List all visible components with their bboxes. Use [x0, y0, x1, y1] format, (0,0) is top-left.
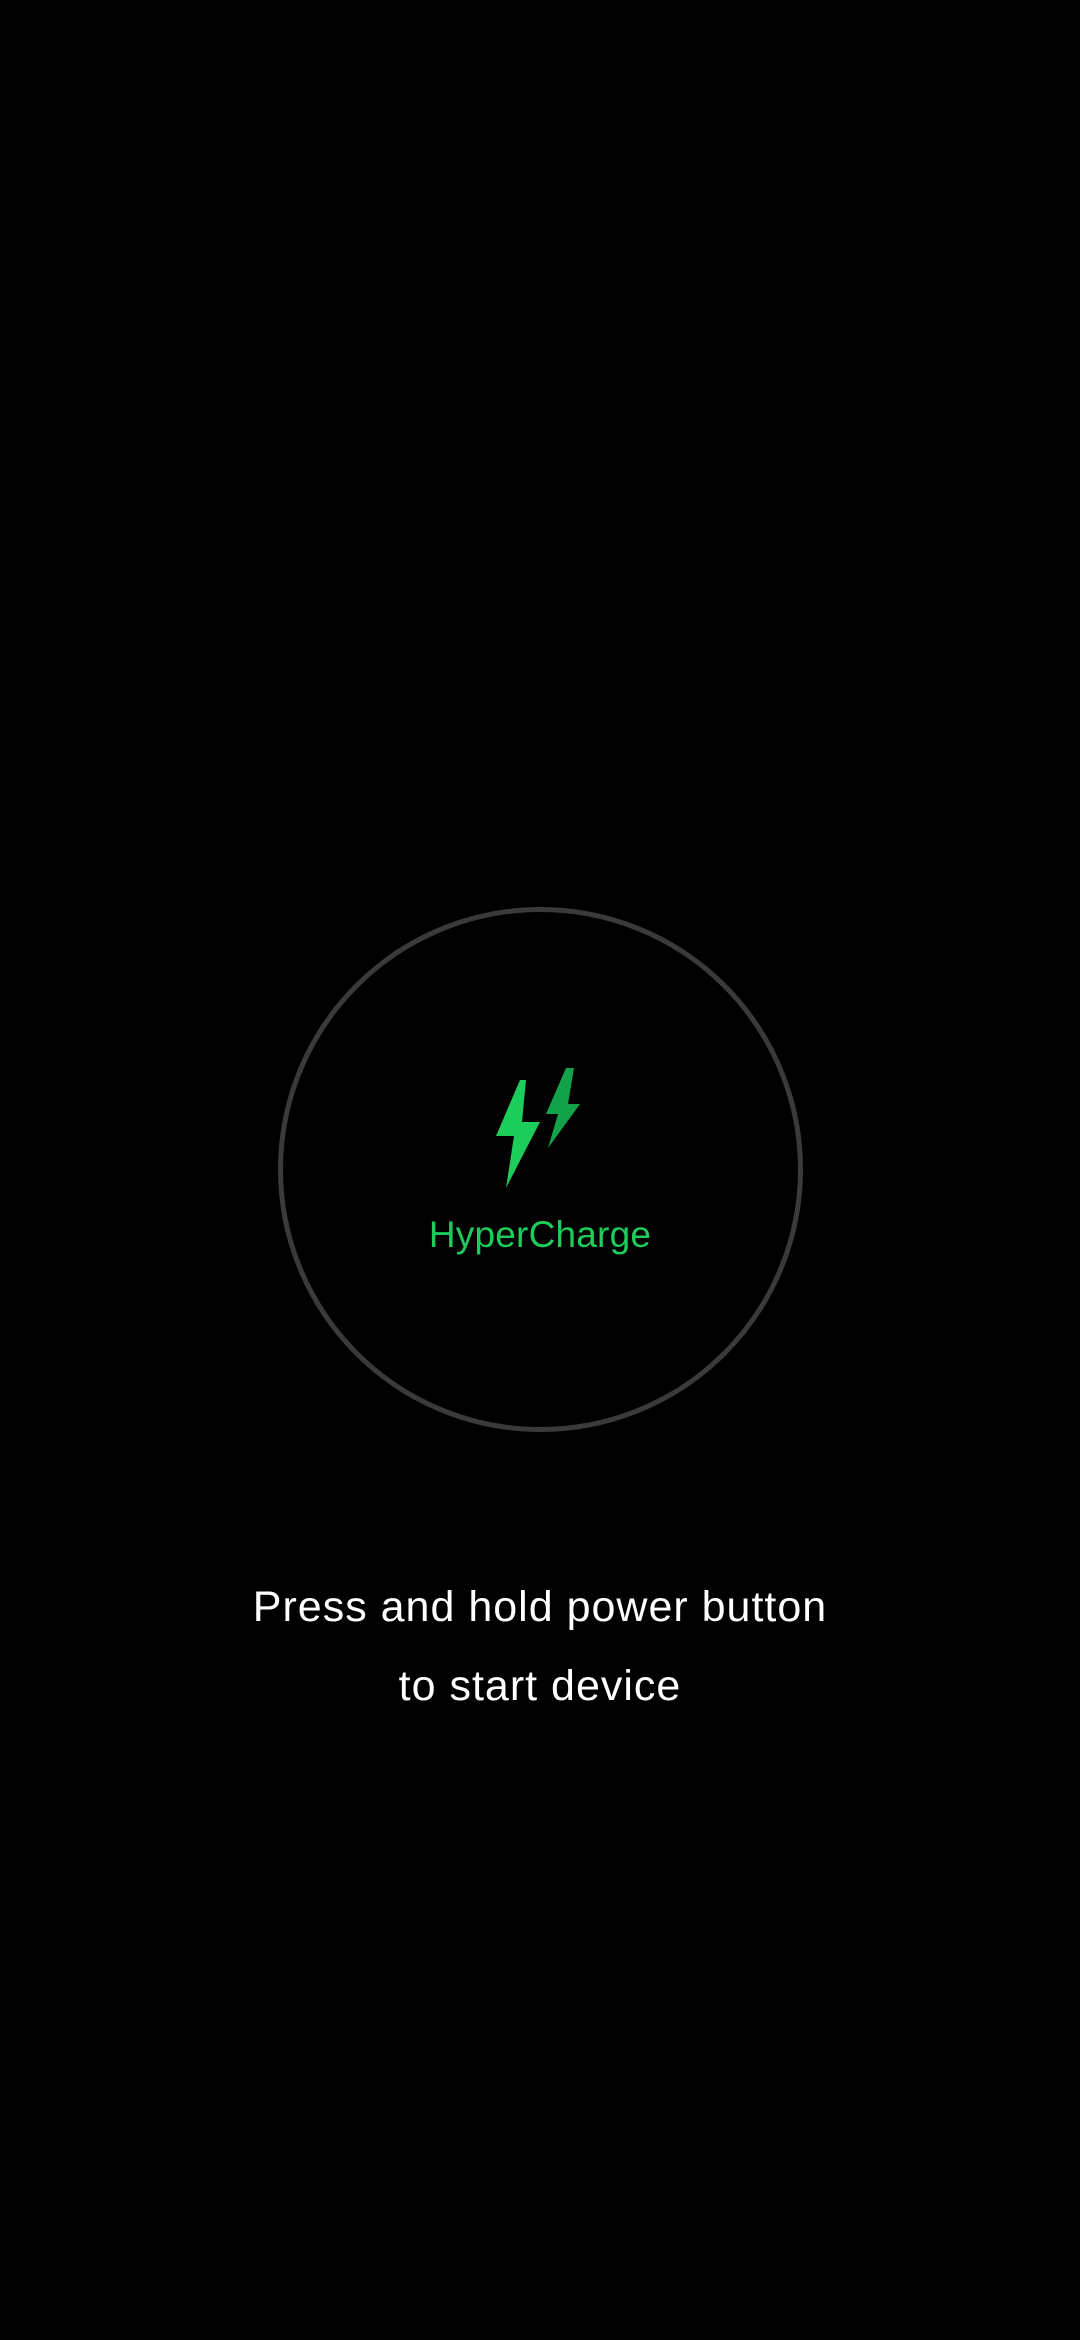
small-bolt-icon	[546, 1068, 580, 1148]
double-lightning-bolt-icon	[496, 1068, 580, 1188]
charging-screen: { "charging": { "mode_label": "HyperChar…	[0, 0, 1080, 2340]
large-bolt-icon	[496, 1080, 540, 1188]
power-button-instruction: Press and hold power button to start dev…	[0, 1568, 1080, 1726]
hypercharge-label: HyperCharge	[428, 1214, 652, 1255]
instruction-line-1: Press and hold power button	[252, 1583, 828, 1631]
instruction-line-2: to start device	[398, 1662, 682, 1710]
